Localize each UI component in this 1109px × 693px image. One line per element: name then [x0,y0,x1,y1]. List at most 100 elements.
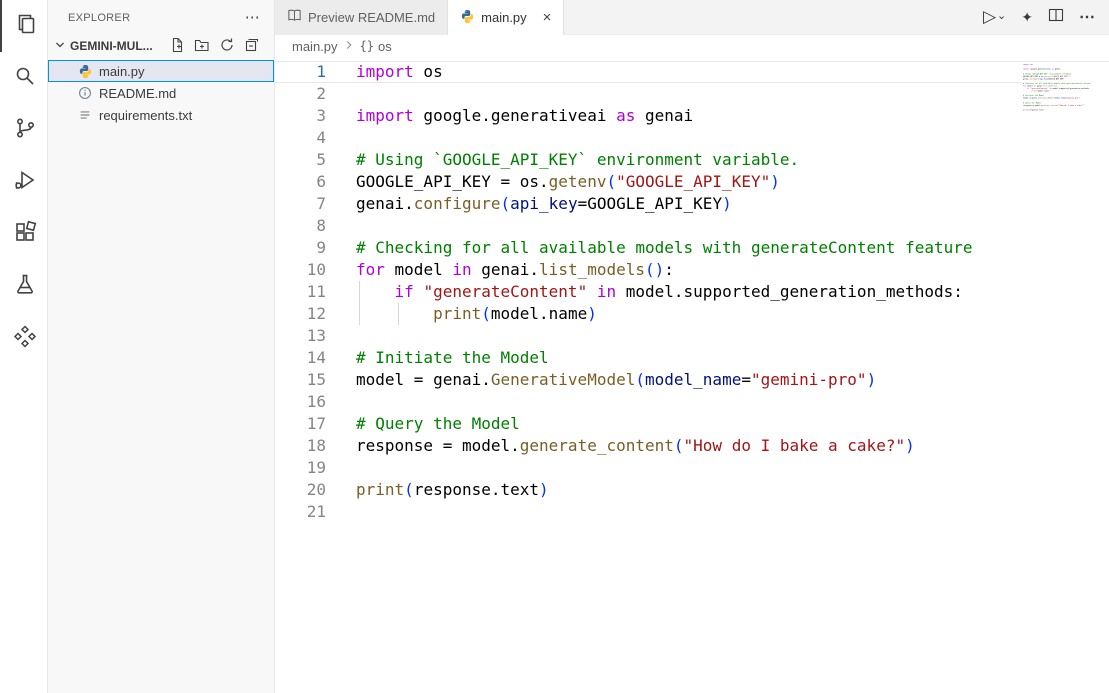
python-file-icon [460,9,475,27]
line-number[interactable]: 15 [275,369,326,391]
minimap-content: import osimport google.generativeai as g… [1022,63,1099,114]
minimap[interactable]: import osimport google.generativeai as g… [1022,63,1109,183]
run-debug-icon [13,168,37,197]
line-number[interactable]: 1 [275,61,326,83]
markdown-preview-icon [287,8,302,26]
search-icon [13,64,37,93]
line-number[interactable]: 10 [275,259,326,281]
collapse-all-icon[interactable] [244,37,260,56]
new-folder-icon[interactable] [194,37,210,56]
file-row-readme-md[interactable]: README.md [48,82,274,104]
line-number[interactable]: 16 [275,391,326,413]
sidebar-header: EXPLORER ⋯ [48,0,274,35]
code-text: # Using `GOOGLE_API_KEY` environment var… [356,149,799,171]
folder-section-label: GEMINI-MUL... [70,39,153,53]
chevron-down-icon [52,37,68,56]
activity-item-search[interactable] [0,52,47,104]
new-file-icon[interactable] [169,37,185,56]
code-text: # Initiate the Model [356,347,549,369]
code-text: import os [356,61,443,83]
code-line[interactable]: 2 [275,83,1109,105]
code-line[interactable]: 19 [275,457,1109,479]
activity-item-gemini-extension[interactable] [0,312,47,364]
tab-preview-readme[interactable]: Preview README.md [275,0,448,34]
line-number[interactable]: 19 [275,457,326,479]
indent-guide [398,303,399,325]
tab-main-py[interactable]: main.py × [448,0,564,35]
code-line[interactable]: 3 import google.generativeai as genai [275,105,1109,127]
run-dropdown-chevron-icon[interactable]: ⌄ [997,9,1006,22]
code-line[interactable]: 20 print(response.text) [275,479,1109,501]
chevron-right-icon [342,38,356,55]
code-line[interactable]: 1 import os [275,61,1109,83]
code-text: # Query the Model [356,413,520,435]
code-text: import google.generativeai as genai [356,105,693,127]
file-list: main.py README.md requirements.txt [48,60,274,126]
line-number[interactable]: 9 [275,237,326,259]
line-number[interactable]: 21 [275,501,326,523]
code-text: response = model.generate_content("How d… [356,435,915,457]
line-number[interactable]: 6 [275,171,326,193]
text-file-icon [77,107,93,123]
line-number[interactable]: 8 [275,215,326,237]
file-row-requirements-txt[interactable]: requirements.txt [48,104,274,126]
code-line[interactable]: 18 response = model.generate_content("How… [275,435,1109,457]
line-number[interactable]: 3 [275,105,326,127]
code-line[interactable]: 11 if "generateContent" in model.support… [275,281,1109,303]
more-actions-icon[interactable]: ⋯ [1079,7,1095,27]
code-line[interactable]: 6GOOGLE_API_KEY = os.getenv("GOOGLE_API_… [275,171,1109,193]
tab-label: Preview README.md [308,10,435,25]
sparkle-icon[interactable]: ✦ [1021,9,1033,26]
explorer-icon [13,12,37,41]
code-line[interactable]: 17 # Query the Model [275,413,1109,435]
activity-item-testing[interactable] [0,260,47,312]
line-number[interactable]: 20 [275,479,326,501]
line-number[interactable]: 7 [275,193,326,215]
line-number[interactable]: 11 [275,281,326,303]
code-text: # Checking for all available models with… [356,237,973,259]
split-editor-icon[interactable] [1048,7,1064,28]
code-line[interactable]: 4 [275,127,1109,149]
line-number[interactable]: 4 [275,127,326,149]
activity-item-extensions[interactable] [0,208,47,260]
file-label: main.py [99,64,145,79]
activity-item-source-control[interactable] [0,104,47,156]
refresh-icon[interactable] [219,37,235,56]
code-line[interactable]: 9 # Checking for all available models wit… [275,237,1109,259]
code-line[interactable]: 12 print(model.name) [275,303,1109,325]
line-number[interactable]: 13 [275,325,326,347]
code-line[interactable]: 21 [275,501,1109,523]
line-number[interactable]: 17 [275,413,326,435]
code-line[interactable]: 7 genai.configure(api_key=GOOGLE_API_KEY) [275,193,1109,215]
tab-label: main.py [481,10,527,25]
code-editor[interactable]: 1 import os 23 import google.generativeai a… [275,57,1109,693]
code-line[interactable]: 10for model in genai.list_models(): [275,259,1109,281]
code-line[interactable]: 13 [275,325,1109,347]
activity-item-run-debug[interactable] [0,156,47,208]
explorer-sidebar: EXPLORER ⋯ GEMINI-MUL... [48,0,275,693]
file-label: README.md [99,86,176,101]
extensions-icon [13,220,37,249]
close-icon[interactable]: × [543,10,552,25]
code-line[interactable]: 5 # Using `GOOGLE_API_KEY` environment va… [275,149,1109,171]
line-number[interactable]: 5 [275,149,326,171]
code-line[interactable]: 8 [275,215,1109,237]
four-diamonds-icon [13,324,37,353]
code-line[interactable]: 15model = genai.GenerativeModel(model_na… [275,369,1109,391]
run-python-file-button[interactable]: ▷ ⌄ [983,7,1006,27]
line-number[interactable]: 18 [275,435,326,457]
code-line[interactable]: 14 # Initiate the Model [275,347,1109,369]
line-number[interactable]: 2 [275,83,326,105]
breadcrumb-file[interactable]: main.py [292,39,338,54]
activity-item-explorer[interactable] [0,0,47,52]
line-number[interactable]: 12 [275,303,326,325]
file-row-main-py[interactable]: main.py [48,60,274,82]
explorer-more-actions-icon[interactable]: ⋯ [245,10,260,25]
code-line[interactable]: 16 [275,391,1109,413]
line-number[interactable]: 14 [275,347,326,369]
breadcrumb-symbol[interactable]: os [378,39,392,54]
folder-section-header[interactable]: GEMINI-MUL... [48,35,274,57]
code-text: genai.configure(api_key=GOOGLE_API_KEY) [356,193,732,215]
code-text: print(response.text) [356,479,549,501]
tab-bar: Preview README.md main.py × ▷ ⌄ ✦ [275,0,1109,35]
